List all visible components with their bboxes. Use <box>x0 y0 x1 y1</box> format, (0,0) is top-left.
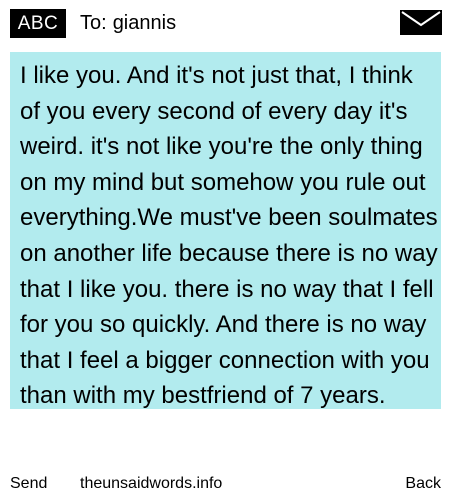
recipient-name[interactable]: giannis <box>113 12 176 34</box>
to-label: To: <box>80 12 107 34</box>
compose-header: ABC To: giannis <box>0 0 450 46</box>
watermark-text: theunsaidwords.info <box>80 475 223 492</box>
sms-compose-screen: ABC To: giannis I like you. And it's not … <box>0 0 450 500</box>
input-mode-badge[interactable]: ABC <box>10 9 66 38</box>
send-softkey[interactable]: Send <box>10 474 47 494</box>
message-text[interactable]: I like you. And it's not just that, I th… <box>20 58 438 414</box>
message-body-area[interactable]: I like you. And it's not just that, I th… <box>0 46 450 476</box>
recipient-row[interactable]: To: giannis <box>80 10 176 36</box>
softkey-bar: Send theunsaidwords.info Back <box>0 474 450 496</box>
envelope-icon <box>400 10 442 35</box>
back-softkey[interactable]: Back <box>405 474 441 494</box>
